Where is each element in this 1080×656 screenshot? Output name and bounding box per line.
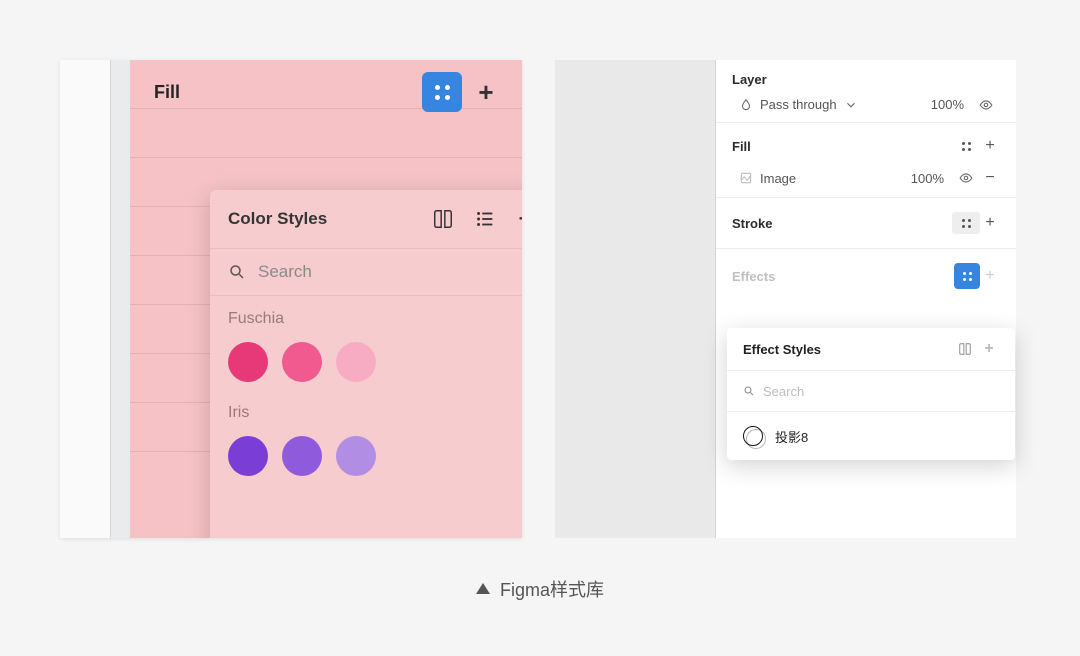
layer-opacity[interactable]: 100%: [931, 97, 964, 112]
figma-effect-styles-screenshot: Layer Pass through 100%: [555, 60, 1015, 538]
color-styles-popover: Color Styles +: [210, 190, 522, 538]
color-group-iris: Iris: [210, 390, 522, 484]
fill-section-header: Fill +: [130, 60, 522, 124]
fill-opacity[interactable]: 100%: [911, 171, 944, 186]
swatch-fuschia-2[interactable]: [282, 342, 322, 382]
stroke-section: Stroke +: [716, 198, 1016, 249]
list-view-icon[interactable]: [471, 205, 499, 233]
effects-section: Effects +: [716, 249, 1016, 303]
search-icon: [228, 263, 246, 281]
swatch-iris-1[interactable]: [228, 436, 268, 476]
fill-label: Fill: [154, 82, 180, 103]
image-swatch-icon[interactable]: [732, 171, 760, 185]
swatch-fuschia-1[interactable]: [228, 342, 268, 382]
color-styles-title: Color Styles: [228, 209, 327, 229]
color-group-label: Iris: [228, 404, 522, 422]
visibility-icon[interactable]: [972, 98, 1000, 112]
effects-title: Effects: [732, 269, 954, 284]
color-group-fuschia: Fuschia: [210, 296, 522, 390]
swatch-iris-2[interactable]: [282, 436, 322, 476]
effect-styles-title: Effect Styles: [743, 342, 821, 357]
fill-section: Fill +: [716, 123, 1016, 159]
search-placeholder: Search: [763, 384, 804, 399]
fill-styles-button[interactable]: [422, 72, 462, 112]
color-styles-header: Color Styles +: [210, 190, 522, 248]
stroke-title: Stroke: [732, 216, 952, 231]
four-dots-icon: [435, 85, 450, 100]
search-placeholder: Search: [258, 262, 312, 282]
fill-image-label[interactable]: Image: [760, 171, 796, 186]
remove-fill-button[interactable]: −: [980, 169, 1000, 187]
inspector-panel: Layer Pass through 100%: [715, 60, 1016, 538]
caption-text: Figma样式库: [500, 580, 604, 600]
color-group-label: Fuschia: [228, 310, 522, 328]
chevron-down-icon: [837, 98, 865, 112]
layer-title: Layer: [732, 72, 1000, 87]
add-fill-button[interactable]: +: [980, 137, 1000, 155]
library-icon[interactable]: [429, 205, 457, 233]
blend-icon: [732, 98, 760, 112]
color-styles-search[interactable]: Search: [210, 248, 522, 295]
fill-styles-button[interactable]: [952, 142, 980, 151]
swatch-iris-3[interactable]: [336, 436, 376, 476]
fill-image-row: Image 100% −: [716, 169, 1016, 198]
caption: Figma样式库: [0, 576, 1080, 602]
effect-style-label: 投影8: [775, 427, 808, 446]
fill-title: Fill: [732, 139, 952, 154]
add-effect-style-button[interactable]: +: [979, 340, 999, 358]
add-fill-button[interactable]: +: [474, 79, 498, 105]
blend-mode-value[interactable]: Pass through: [760, 97, 837, 112]
search-icon: [743, 385, 755, 397]
add-effect-button[interactable]: +: [980, 267, 1000, 285]
add-color-style-button[interactable]: +: [513, 208, 522, 230]
figma-color-styles-screenshot: Fill + Color Styles: [60, 60, 522, 538]
caption-triangle-icon: [476, 583, 490, 594]
library-icon[interactable]: [951, 342, 979, 356]
effect-styles-search[interactable]: Search: [727, 370, 1015, 412]
effects-styles-button[interactable]: [954, 263, 980, 289]
effect-style-item[interactable]: 投影8: [727, 412, 1015, 460]
effect-styles-popover: Effect Styles + Search 投影8: [727, 328, 1015, 460]
effect-icon: [743, 426, 763, 446]
stroke-styles-button[interactable]: [952, 212, 980, 234]
add-stroke-button[interactable]: +: [980, 214, 1000, 232]
swatch-fuschia-3[interactable]: [336, 342, 376, 382]
visibility-icon[interactable]: [952, 171, 980, 185]
layer-section: Layer Pass through 100%: [716, 60, 1016, 123]
